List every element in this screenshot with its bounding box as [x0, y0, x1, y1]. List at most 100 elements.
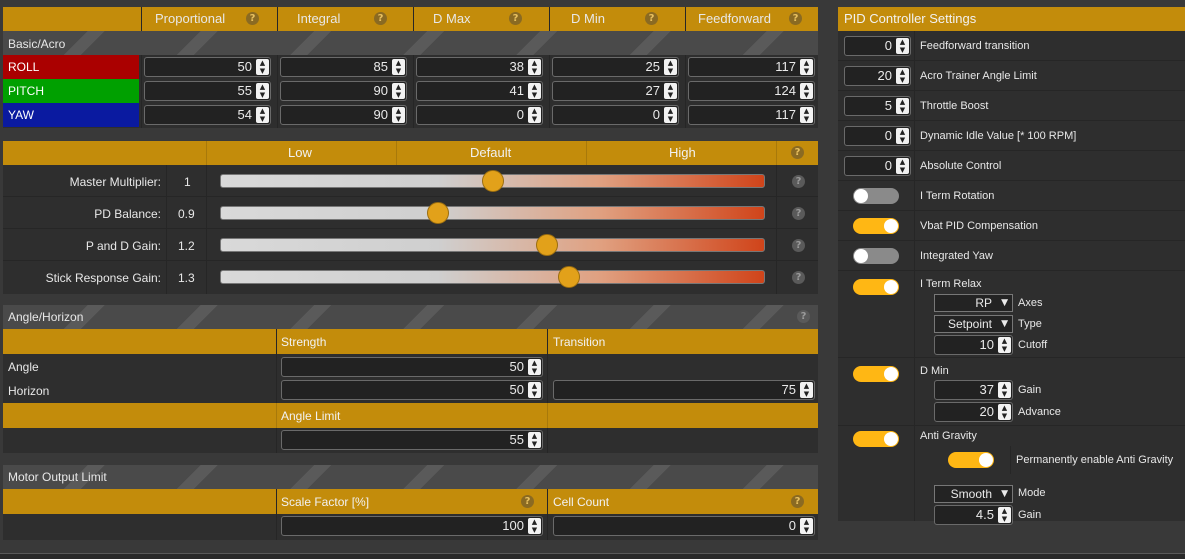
roll-ff-input[interactable]: 117 ▲ ▼: [688, 57, 815, 77]
angle-limit-header: Angle Limit: [3, 403, 818, 428]
yaw-dmax-input[interactable]: 0 ▲ ▼: [416, 105, 543, 125]
motor-output-header: Scale Factor [%] ? Cell Count ?: [3, 489, 818, 514]
master-multiplier-slider[interactable]: [220, 170, 765, 192]
angle-strength-input[interactable]: 50 ▲ ▼: [281, 357, 543, 377]
help-icon[interactable]: ?: [789, 12, 802, 25]
pitch-p-input[interactable]: 55 ▲ ▼: [144, 81, 271, 101]
help-icon[interactable]: ?: [246, 12, 259, 25]
bottom-bar: [0, 553, 1185, 559]
horizon-transition-input[interactable]: 75 ▲ ▼: [553, 380, 815, 400]
help-icon[interactable]: ?: [792, 207, 805, 220]
slider-thumb[interactable]: [481, 170, 504, 192]
pitch-i-input[interactable]: 90 ▲ ▼: [280, 81, 407, 101]
pitch-dmin-input[interactable]: 27 ▲ ▼: [552, 81, 679, 101]
absolute-control-input[interactable]: 0 ▲ ▼: [844, 156, 911, 176]
row-label-pitch: PITCH: [3, 79, 139, 103]
help-icon[interactable]: ?: [797, 310, 810, 323]
horizon-strength-input[interactable]: 50 ▲ ▼: [281, 380, 543, 400]
slider-row-pd-gain: P and D Gain: 1.2 ?: [3, 229, 818, 261]
axes-label: Axes: [1018, 297, 1043, 309]
yaw-dmin-input[interactable]: 0 ▲ ▼: [552, 105, 679, 125]
anti-gravity-gain-input[interactable]: 4.5 ▲ ▼: [934, 505, 1013, 525]
acro-trainer-input[interactable]: 20 ▲ ▼: [844, 66, 911, 86]
cutoff-label: Cutoff: [1018, 339, 1048, 351]
integrated-yaw-toggle[interactable]: [853, 248, 899, 264]
roll-i-input[interactable]: 85 ▲ ▼: [280, 57, 407, 77]
iterm-relax-cutoff-input[interactable]: 10 ▲ ▼: [934, 335, 1013, 355]
anti-gravity-permanent-toggle[interactable]: [948, 452, 994, 468]
setting-row: 0 ▲ ▼ Dynamic Idle Value [* 100 RPM]: [838, 121, 1185, 151]
slider-thumb[interactable]: [557, 266, 580, 288]
help-icon[interactable]: ?: [791, 146, 804, 159]
help-icon[interactable]: ?: [521, 495, 534, 508]
setting-row: Integrated Yaw: [838, 241, 1185, 271]
anti-gravity-permanent-label: Permanently enable Anti Gravity: [1016, 454, 1174, 466]
setting-row: 5 ▲ ▼ Throttle Boost: [838, 91, 1185, 121]
d-min-advance-input[interactable]: 20 ▲ ▼: [934, 402, 1013, 422]
iterm-relax-axes-select[interactable]: RP ▼: [934, 294, 1013, 312]
dynamic-idle-input[interactable]: 0 ▲ ▼: [844, 126, 911, 146]
pid-table: Proportional? Integral? D Max? D Min? Fe…: [3, 7, 818, 128]
slider-row-stick-response: Stick Response Gain: 1.3 ?: [3, 261, 818, 294]
iterm-relax-toggle[interactable]: [853, 279, 899, 295]
d-min-group: D Min 37 ▲ ▼ Gain 20 ▲ ▼ Advance: [838, 358, 1185, 426]
pitch-dmax-input[interactable]: 41 ▲ ▼: [416, 81, 543, 101]
iterm-relax-type-select[interactable]: Setpoint ▼: [934, 315, 1013, 333]
dynamic-idle-label: Dynamic Idle Value [* 100 RPM]: [920, 130, 1077, 142]
iterm-rotation-toggle[interactable]: [853, 188, 899, 204]
section-basic-acro: Basic/Acro: [3, 31, 818, 55]
yaw-p-input[interactable]: 54 ▲ ▼: [144, 105, 271, 125]
pd-gain-slider[interactable]: [220, 234, 765, 256]
help-icon[interactable]: ?: [645, 12, 658, 25]
anti-gravity-label: Anti Gravity: [920, 430, 977, 442]
header-integral: Integral?: [277, 7, 413, 31]
roll-dmax-input[interactable]: 38 ▲ ▼: [416, 57, 543, 77]
help-icon[interactable]: ?: [374, 12, 387, 25]
yaw-i-input[interactable]: 90 ▲ ▼: [280, 105, 407, 125]
vbat-pid-toggle[interactable]: [853, 218, 899, 234]
setting-row: I Term Rotation: [838, 181, 1185, 211]
row-label-roll: ROLL: [3, 55, 139, 79]
angle-limit-input[interactable]: 55 ▲ ▼: [281, 430, 543, 450]
pitch-ff-input[interactable]: 124 ▲ ▼: [688, 81, 815, 101]
slider-row-pd-balance: PD Balance: 0.9 ?: [3, 197, 818, 229]
help-icon[interactable]: ?: [509, 12, 522, 25]
slider-thumb[interactable]: [427, 202, 450, 224]
pd-balance-slider[interactable]: [220, 202, 765, 224]
roll-p-input[interactable]: 50 ▲ ▼: [144, 57, 271, 77]
cell-count-input[interactable]: 0 ▲ ▼: [553, 516, 815, 536]
anti-gravity-toggle[interactable]: [853, 431, 899, 447]
settings-panel: PID Controller Settings 0 ▲ ▼ Feedforward …: [838, 7, 1185, 525]
d-min-toggle[interactable]: [853, 366, 899, 382]
absolute-control-label: Absolute Control: [920, 160, 1002, 172]
motor-output-panel: Motor Output Limit Scale Factor [%] ? Ce…: [3, 465, 818, 540]
setting-row: 20 ▲ ▼ Acro Trainer Angle Limit: [838, 61, 1185, 91]
header-proportional: Proportional?: [141, 7, 277, 31]
anti-gravity-mode-select[interactable]: Smooth ▼: [934, 485, 1013, 503]
help-icon[interactable]: ?: [792, 239, 805, 252]
roll-dmin-input[interactable]: 25 ▲ ▼: [552, 57, 679, 77]
anti-gravity-gain-label: Gain: [1018, 509, 1042, 521]
iterm-relax-group: I Term Relax RP ▼ Axes Setpoint ▼ Type 10 ▲…: [838, 271, 1185, 358]
slider-header: Low Default High ?: [3, 141, 818, 165]
d-min-gain-label: Gain: [1018, 384, 1042, 396]
slider-thumb[interactable]: [535, 234, 558, 256]
d-min-gain-input[interactable]: 37 ▲ ▼: [934, 380, 1013, 400]
help-icon[interactable]: ?: [792, 271, 805, 284]
stick-response-slider[interactable]: [220, 266, 765, 288]
angle-horizon-panel: Angle/Horizon ? Strength Transition Angl…: [3, 305, 818, 453]
scale-factor-input[interactable]: 100 ▲ ▼: [281, 516, 543, 536]
throttle-boost-label: Throttle Boost: [920, 100, 989, 112]
settings-title: PID Controller Settings: [838, 7, 1185, 31]
motor-output-title-bar: Motor Output Limit: [3, 465, 818, 489]
anti-gravity-group: Anti Gravity Permanently enable Anti Gra…: [838, 426, 1185, 525]
help-icon[interactable]: ?: [791, 495, 804, 508]
anti-gravity-mode-label: Mode: [1018, 487, 1046, 499]
horizon-label: Horizon: [8, 384, 50, 398]
help-icon[interactable]: ?: [792, 175, 805, 188]
yaw-ff-input[interactable]: 117 ▲ ▼: [688, 105, 815, 125]
setting-row: 0 ▲ ▼ Feedforward transition: [838, 31, 1185, 61]
feedforward-transition-input[interactable]: 0 ▲ ▼: [844, 36, 911, 56]
angle-horizon-title-bar: Angle/Horizon ?: [3, 305, 818, 329]
throttle-boost-input[interactable]: 5 ▲ ▼: [844, 96, 911, 116]
